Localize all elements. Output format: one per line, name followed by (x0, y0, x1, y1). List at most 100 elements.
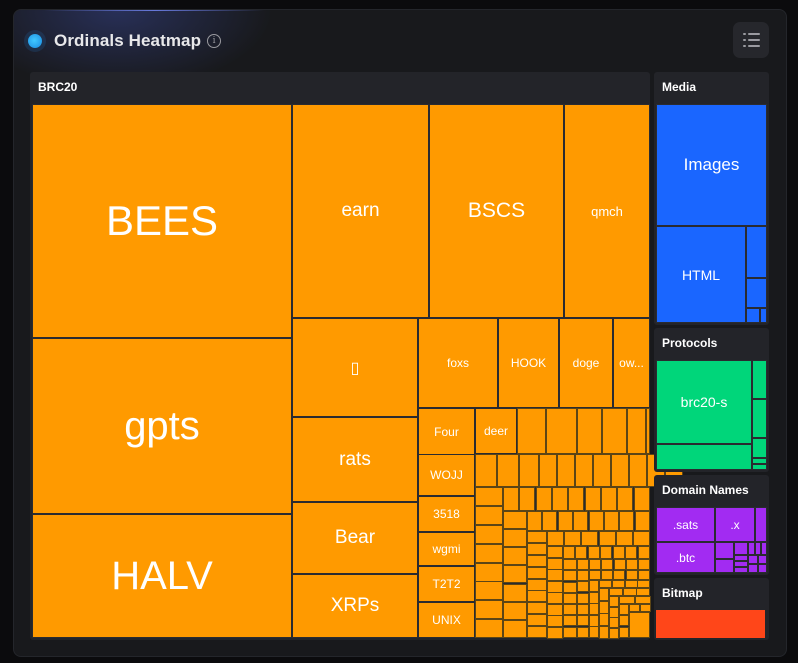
tile[interactable] (577, 581, 589, 592)
tile[interactable] (589, 626, 599, 638)
tile-deer[interactable]: deer (475, 408, 517, 454)
tile[interactable] (629, 604, 640, 612)
tile[interactable] (527, 511, 542, 531)
tile[interactable] (752, 399, 767, 438)
tile[interactable] (599, 626, 609, 639)
tile[interactable] (558, 511, 573, 531)
tile[interactable] (609, 628, 619, 639)
tile[interactable] (616, 531, 633, 546)
tile[interactable] (503, 511, 527, 529)
tile[interactable] (527, 531, 547, 543)
tile[interactable] (577, 559, 589, 570)
tile[interactable] (536, 487, 552, 511)
tile[interactable] (547, 546, 563, 558)
tile[interactable] (568, 487, 584, 511)
tile[interactable] (527, 555, 547, 567)
tile[interactable] (758, 555, 767, 564)
tile[interactable] (609, 617, 619, 628)
tile[interactable] (563, 615, 577, 626)
tile[interactable] (611, 454, 629, 487)
tile[interactable] (527, 567, 547, 579)
tile[interactable] (614, 559, 626, 570)
tile[interactable] (612, 580, 625, 588)
tile-foxs[interactable]: foxs (418, 318, 498, 408)
tile[interactable] (589, 511, 604, 531)
tile[interactable] (577, 408, 602, 454)
tile[interactable] (626, 559, 638, 570)
tile[interactable] (589, 603, 599, 615)
tile-images[interactable]: Images (656, 104, 767, 226)
tile[interactable] (613, 546, 625, 559)
tile[interactable] (475, 506, 503, 525)
tile[interactable] (503, 584, 527, 602)
tile-hook[interactable]: HOOK (498, 318, 559, 408)
tile[interactable] (715, 542, 734, 559)
info-icon[interactable]: i (207, 34, 222, 48)
tile[interactable] (619, 627, 629, 638)
tile[interactable] (619, 511, 634, 531)
tile[interactable] (601, 559, 613, 570)
tile[interactable] (563, 604, 577, 615)
tile-[interactable]: ▯ (292, 318, 418, 417)
tile[interactable] (563, 582, 577, 593)
tile[interactable] (760, 308, 767, 323)
tile[interactable] (475, 454, 497, 487)
tile-bear[interactable]: Bear (292, 502, 418, 574)
tile[interactable] (746, 226, 767, 278)
tile[interactable] (588, 546, 600, 559)
tile[interactable] (604, 511, 619, 531)
tile-gpts[interactable]: gpts (32, 338, 292, 514)
tile[interactable] (755, 507, 767, 542)
tile[interactable] (752, 464, 767, 470)
tile[interactable] (746, 278, 767, 308)
tile[interactable] (519, 454, 539, 487)
tile[interactable] (552, 487, 568, 511)
tile[interactable] (527, 602, 547, 614)
tile[interactable] (748, 555, 758, 564)
tile[interactable] (619, 604, 629, 615)
tile[interactable] (581, 531, 598, 546)
tile-bscs[interactable]: BSCS (429, 104, 564, 318)
tile[interactable] (577, 627, 589, 638)
tile[interactable] (527, 543, 547, 555)
tile[interactable] (599, 613, 609, 626)
tile[interactable] (600, 546, 612, 559)
tile[interactable] (547, 615, 563, 627)
tile[interactable] (748, 564, 758, 573)
tile[interactable] (575, 546, 587, 559)
tile-wgmi[interactable]: wgmi (418, 532, 475, 566)
tile[interactable] (619, 615, 629, 626)
tile[interactable] (503, 620, 527, 638)
tile[interactable] (734, 567, 748, 573)
tile[interactable] (629, 612, 650, 638)
tile-rats[interactable]: rats (292, 417, 418, 502)
tile-bees[interactable]: BEES (32, 104, 292, 338)
tile[interactable] (617, 487, 633, 511)
tile[interactable] (503, 529, 527, 547)
tile[interactable] (636, 588, 650, 596)
tile[interactable] (601, 570, 613, 580)
tile[interactable] (527, 614, 547, 626)
tile[interactable] (547, 627, 563, 639)
tile[interactable] (634, 487, 650, 511)
tile[interactable] (637, 580, 650, 588)
tile[interactable] (613, 570, 625, 580)
tile[interactable] (575, 454, 593, 487)
tile[interactable] (627, 408, 646, 454)
tile[interactable] (475, 619, 503, 638)
tile[interactable] (589, 580, 599, 592)
tile[interactable] (752, 360, 767, 399)
tile[interactable] (638, 570, 650, 580)
tile[interactable] (542, 511, 557, 531)
tile[interactable] (752, 438, 767, 458)
tile[interactable] (629, 454, 647, 487)
tile[interactable] (517, 408, 546, 454)
tile[interactable] (503, 565, 527, 583)
tile[interactable] (761, 542, 767, 555)
tile[interactable] (519, 487, 535, 511)
tile[interactable] (625, 546, 637, 559)
tile[interactable] (563, 627, 577, 638)
tile-x[interactable]: .x (715, 507, 755, 542)
tile[interactable] (527, 590, 547, 602)
tile[interactable] (497, 454, 519, 487)
